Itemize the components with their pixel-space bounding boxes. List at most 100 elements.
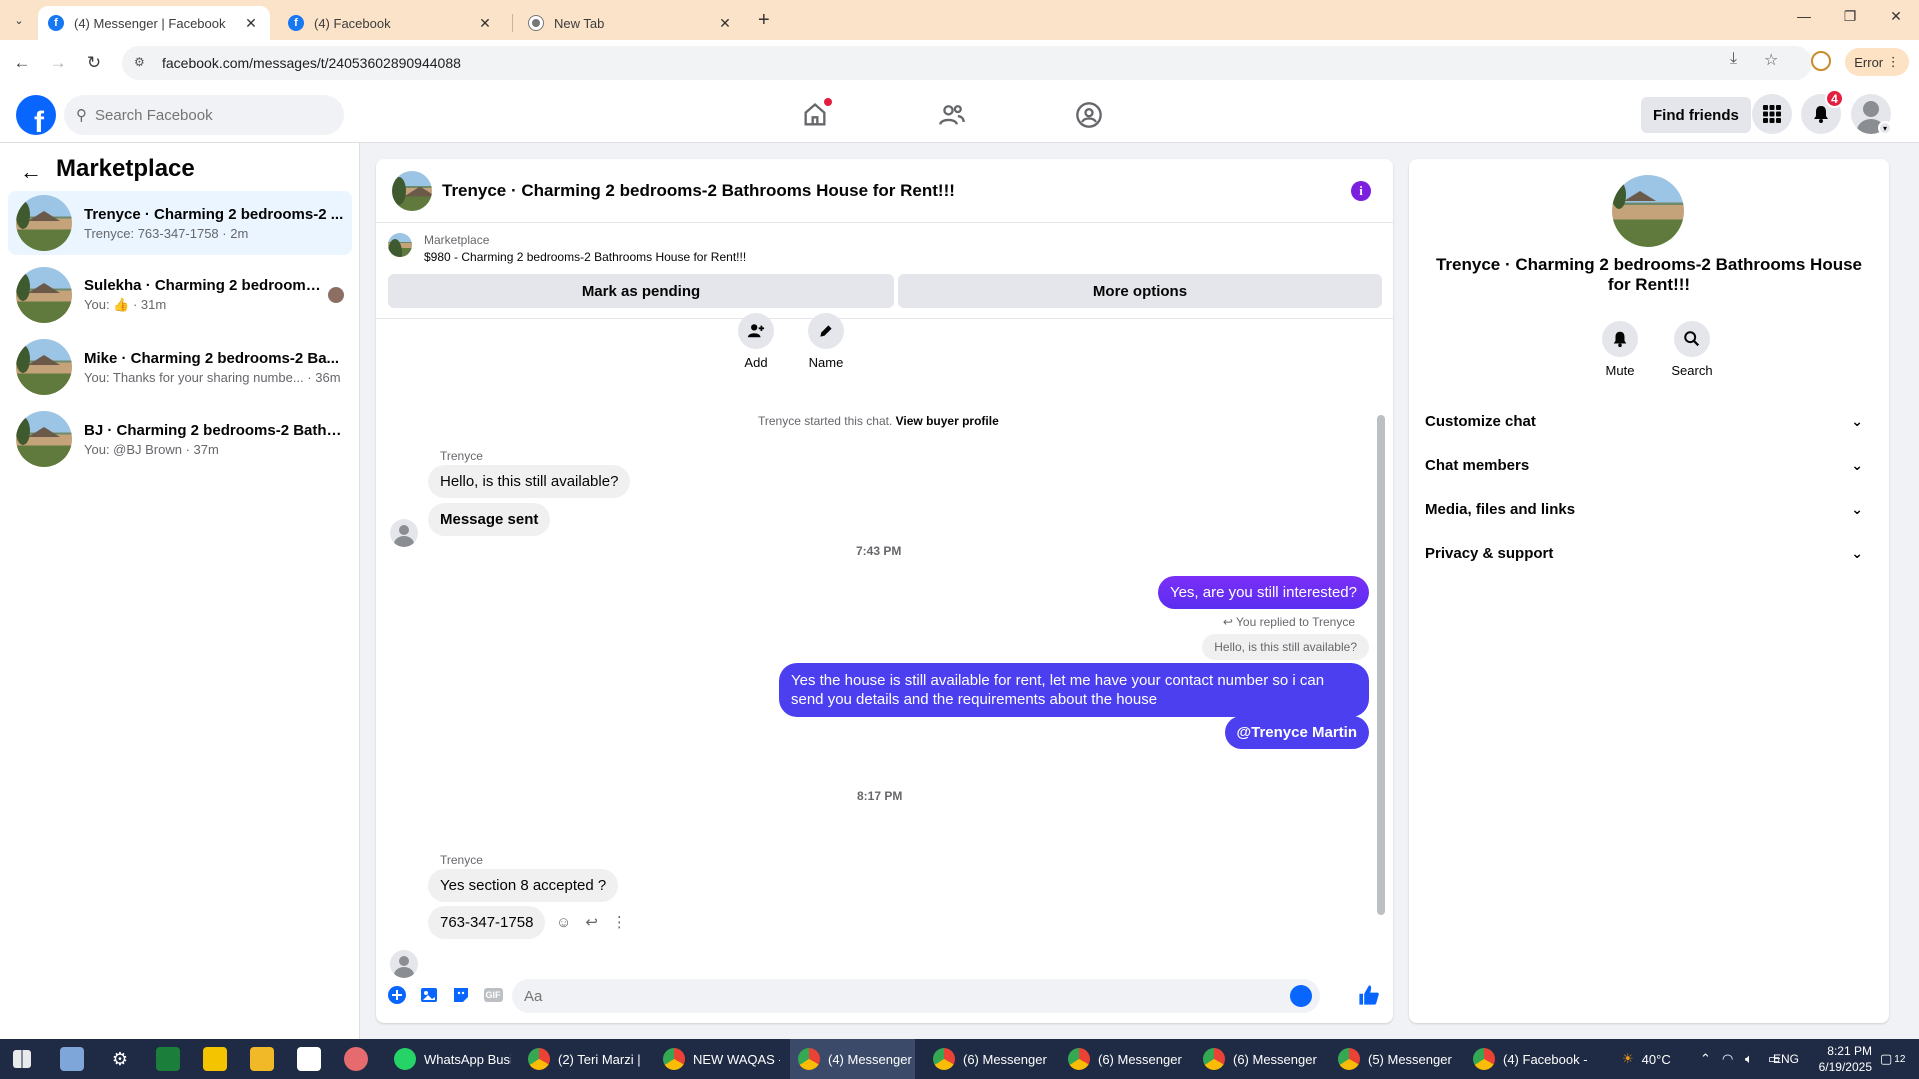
taskbar-app-chrome[interactable]: (4) Facebook - ... <box>1465 1039 1590 1079</box>
system-clock[interactable]: 8:21 PM 6/19/2025 <box>1802 1043 1872 1075</box>
privacy-support-section[interactable]: Privacy & support ⌄ <box>1425 533 1873 573</box>
taskbar-app-whatsapp[interactable]: WhatsApp Busi... <box>386 1039 511 1079</box>
customize-chat-section[interactable]: Customize chat ⌄ <box>1425 401 1873 441</box>
sticker-icon[interactable] <box>450 984 472 1006</box>
conversation-item[interactable]: Trenyce · Charming 2 bedrooms-2 ... Tren… <box>8 191 352 255</box>
chat-avatar[interactable] <box>392 170 432 211</box>
volume-icon[interactable]: 🔈︎ <box>1745 1039 1753 1079</box>
groups-nav-icon[interactable] <box>1072 98 1106 132</box>
more-options-button[interactable]: More options <box>898 274 1382 308</box>
home-nav-icon[interactable] <box>798 98 832 132</box>
menu-grid-button[interactable] <box>1752 94 1792 134</box>
taskbar-app-chrome[interactable]: (6) Messenger ... <box>1195 1039 1320 1079</box>
emoji-icon[interactable] <box>1290 985 1312 1007</box>
photo-icon[interactable] <box>418 984 440 1006</box>
address-bar[interactable]: ⚙ facebook.com/messages/t/24053602890944… <box>122 46 1812 80</box>
taskbar-app-chrome[interactable]: (5) Messenger ... <box>1330 1039 1455 1079</box>
language-indicator[interactable]: ENG <box>1773 1039 1799 1079</box>
name-chat-action[interactable]: Name <box>800 313 852 370</box>
facebook-logo-icon[interactable]: f <box>16 95 56 135</box>
new-tab-plus-icon[interactable]: + <box>758 9 770 32</box>
wifi-icon[interactable]: ◠ <box>1722 1039 1733 1079</box>
account-chevron-down-icon[interactable]: ▾ <box>1878 121 1892 135</box>
media-files-links-section[interactable]: Media, files and links ⌄ <box>1425 489 1873 529</box>
taskbar-app-label: (4) Facebook - ... <box>1503 1051 1590 1067</box>
view-buyer-profile-link[interactable]: View buyer profile <box>896 414 999 428</box>
incoming-message[interactable]: Hello, is this still available? <box>428 465 631 498</box>
close-tab-icon[interactable]: ✕ <box>476 15 494 32</box>
friends-nav-icon[interactable] <box>935 98 969 132</box>
pinned-app-icon[interactable] <box>156 1047 180 1071</box>
chat-title[interactable]: Trenyce · Charming 2 bedrooms-2 Bathroom… <box>442 181 955 201</box>
close-window-icon[interactable]: ✕ <box>1876 8 1916 25</box>
browser-tab-new-tab[interactable]: New Tab ✕ <box>518 6 744 40</box>
outgoing-message[interactable]: Yes, are you still interested? <box>1157 576 1369 609</box>
reload-icon[interactable]: ↻ <box>82 51 106 75</box>
sticky-notes-icon[interactable] <box>203 1047 227 1071</box>
browser-tab-facebook[interactable]: f (4) Facebook ✕ <box>278 6 504 40</box>
tab-search-dropdown-icon[interactable]: ⌄ <box>8 9 30 31</box>
quoted-message[interactable]: Hello, is this still available? <box>1202 634 1369 660</box>
forward-arrow-icon[interactable]: → <box>46 51 70 75</box>
minimize-window-icon[interactable]: — <box>1784 8 1824 24</box>
chrome-favicon-icon <box>528 15 544 31</box>
conversation-item[interactable]: BJ · Charming 2 bedrooms-2 Bathr... You:… <box>8 407 352 471</box>
taskbar-app-chrome[interactable]: (2) Teri Marzi | ... <box>520 1039 645 1079</box>
bookmark-star-icon[interactable]: ☆ <box>1764 50 1778 70</box>
add-member-action[interactable]: Add <box>730 313 782 370</box>
find-friends-button[interactable]: Find friends <box>1641 97 1751 133</box>
conversation-item[interactable]: Mike · Charming 2 bedrooms-2 Ba... You: … <box>8 335 352 399</box>
taskbar-app-chrome[interactable]: (6) Messenger ... <box>925 1039 1050 1079</box>
windows-start-icon[interactable] <box>13 1050 31 1068</box>
settings-gear-icon[interactable]: ⚙ <box>108 1047 132 1071</box>
conversation-item[interactable]: Sulekha · Charming 2 bedrooms... You: 👍 … <box>8 263 352 327</box>
incoming-message[interactable]: 763-347-1758 <box>428 906 546 939</box>
more-dots-icon[interactable]: ⋮ <box>612 913 627 931</box>
thumbs-up-icon[interactable] <box>1357 983 1383 1009</box>
tray-chevron-up-icon[interactable]: ⌃ <box>1700 1039 1711 1079</box>
page-scrollbar[interactable] <box>1901 143 1919 1039</box>
site-info-icon[interactable]: ⚙ <box>134 55 150 71</box>
outgoing-message[interactable]: Yes the house is still available for ren… <box>779 663 1369 717</box>
mark-as-pending-button[interactable]: Mark as pending <box>388 274 894 308</box>
pinned-app-icon[interactable] <box>344 1047 368 1071</box>
taskbar-app-chrome[interactable]: (4) Messenger ... <box>790 1039 915 1079</box>
search-action[interactable]: Search <box>1662 321 1722 378</box>
notification-center[interactable]: ▢ 12 <box>1880 1039 1905 1079</box>
incoming-message[interactable]: Message sent <box>428 503 551 536</box>
weather-widget[interactable]: ☀ 40°C <box>1622 1039 1671 1079</box>
profile-account-icon[interactable] <box>1811 51 1831 71</box>
message-input[interactable] <box>524 987 1290 1005</box>
incoming-message[interactable]: Yes section 8 accepted ? <box>428 869 619 902</box>
outgoing-message[interactable]: @Trenyce Martin <box>1224 716 1369 749</box>
reply-arrow-icon[interactable]: ↩ <box>585 913 598 931</box>
back-arrow-icon[interactable]: ← <box>20 159 42 185</box>
capcut-icon[interactable] <box>297 1047 321 1071</box>
browser-tab-messenger[interactable]: f (4) Messenger | Facebook ✕ <box>38 6 270 40</box>
info-icon[interactable]: i <box>1351 181 1371 201</box>
install-app-icon[interactable]: ⤓ <box>1730 50 1737 68</box>
gif-icon[interactable]: GIF <box>482 984 504 1006</box>
close-tab-icon[interactable]: ✕ <box>242 15 260 32</box>
message-scrollbar[interactable] <box>1377 319 1385 949</box>
taskbar-app-chrome[interactable]: (6) Messenger ... <box>1060 1039 1185 1079</box>
restore-window-icon[interactable]: ❐ <box>1830 8 1870 25</box>
mute-action[interactable]: Mute <box>1590 321 1650 378</box>
back-arrow-icon[interactable]: ← <box>10 51 34 75</box>
message-input-box[interactable] <box>512 979 1320 1013</box>
add-plus-icon[interactable] <box>386 984 408 1006</box>
close-tab-icon[interactable]: ✕ <box>716 15 734 32</box>
taskbar-app-chrome[interactable]: NEW WAQAS - ... <box>655 1039 780 1079</box>
browser-error-button[interactable]: Error ⋮ <box>1845 48 1909 76</box>
file-explorer-icon[interactable] <box>250 1047 274 1071</box>
react-emoji-icon[interactable]: ☺ <box>556 914 571 931</box>
pinned-app-icon[interactable] <box>60 1047 84 1071</box>
listing-description[interactable]: $980 - Charming 2 bedrooms-2 Bathrooms H… <box>424 250 746 264</box>
scrollbar-thumb[interactable] <box>1377 415 1385 915</box>
listing-avatar[interactable] <box>1612 175 1684 247</box>
sender-avatar[interactable] <box>390 519 418 547</box>
listing-thumbnail[interactable] <box>388 233 412 257</box>
chat-members-section[interactable]: Chat members ⌄ <box>1425 445 1873 485</box>
facebook-search-input[interactable] <box>95 106 315 124</box>
facebook-search-box[interactable]: ⚲ <box>64 95 344 135</box>
